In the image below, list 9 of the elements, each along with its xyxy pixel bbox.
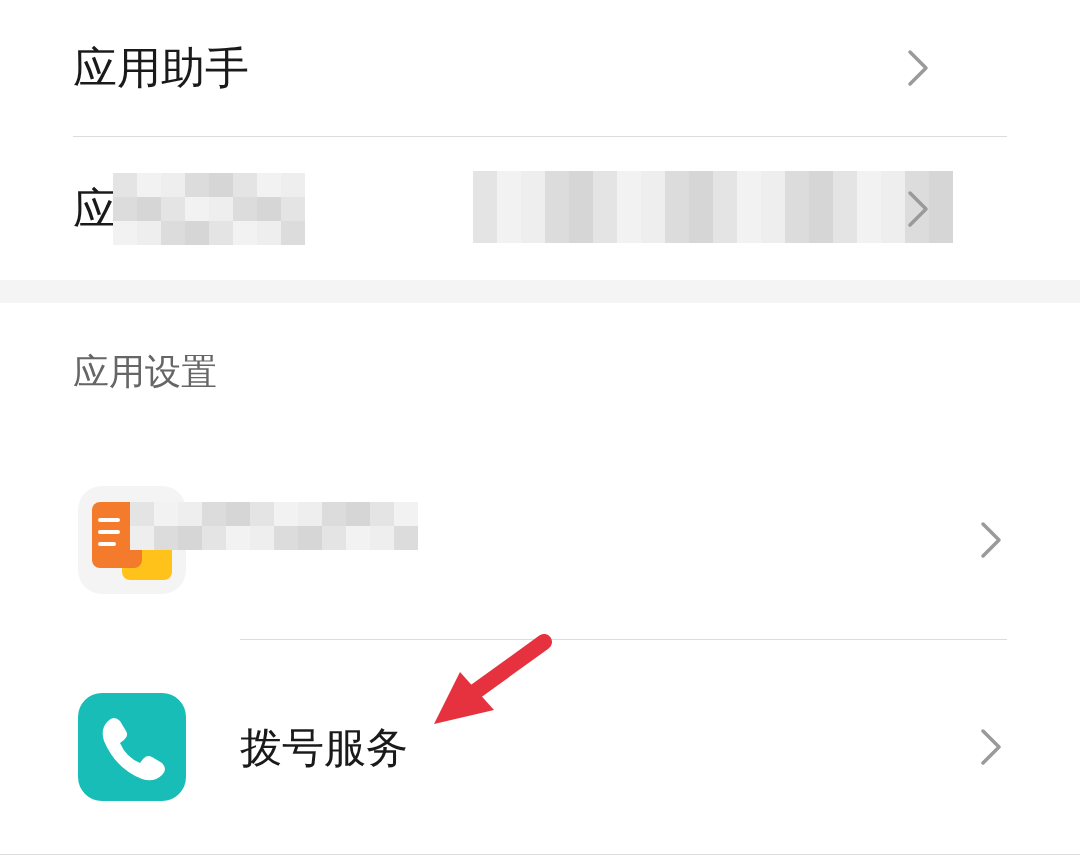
app-label: 拨号服务 xyxy=(240,721,408,774)
chevron-right-icon xyxy=(907,189,929,228)
chevron-right-icon xyxy=(980,521,1002,559)
row-label: 应用助手 xyxy=(73,41,249,95)
chevron-right-icon xyxy=(980,728,1002,766)
chevron-right-icon xyxy=(907,49,929,87)
section-header: 应用设置 xyxy=(73,349,217,394)
phone-app-icon xyxy=(78,693,186,801)
row-label: 应 xyxy=(73,181,117,236)
